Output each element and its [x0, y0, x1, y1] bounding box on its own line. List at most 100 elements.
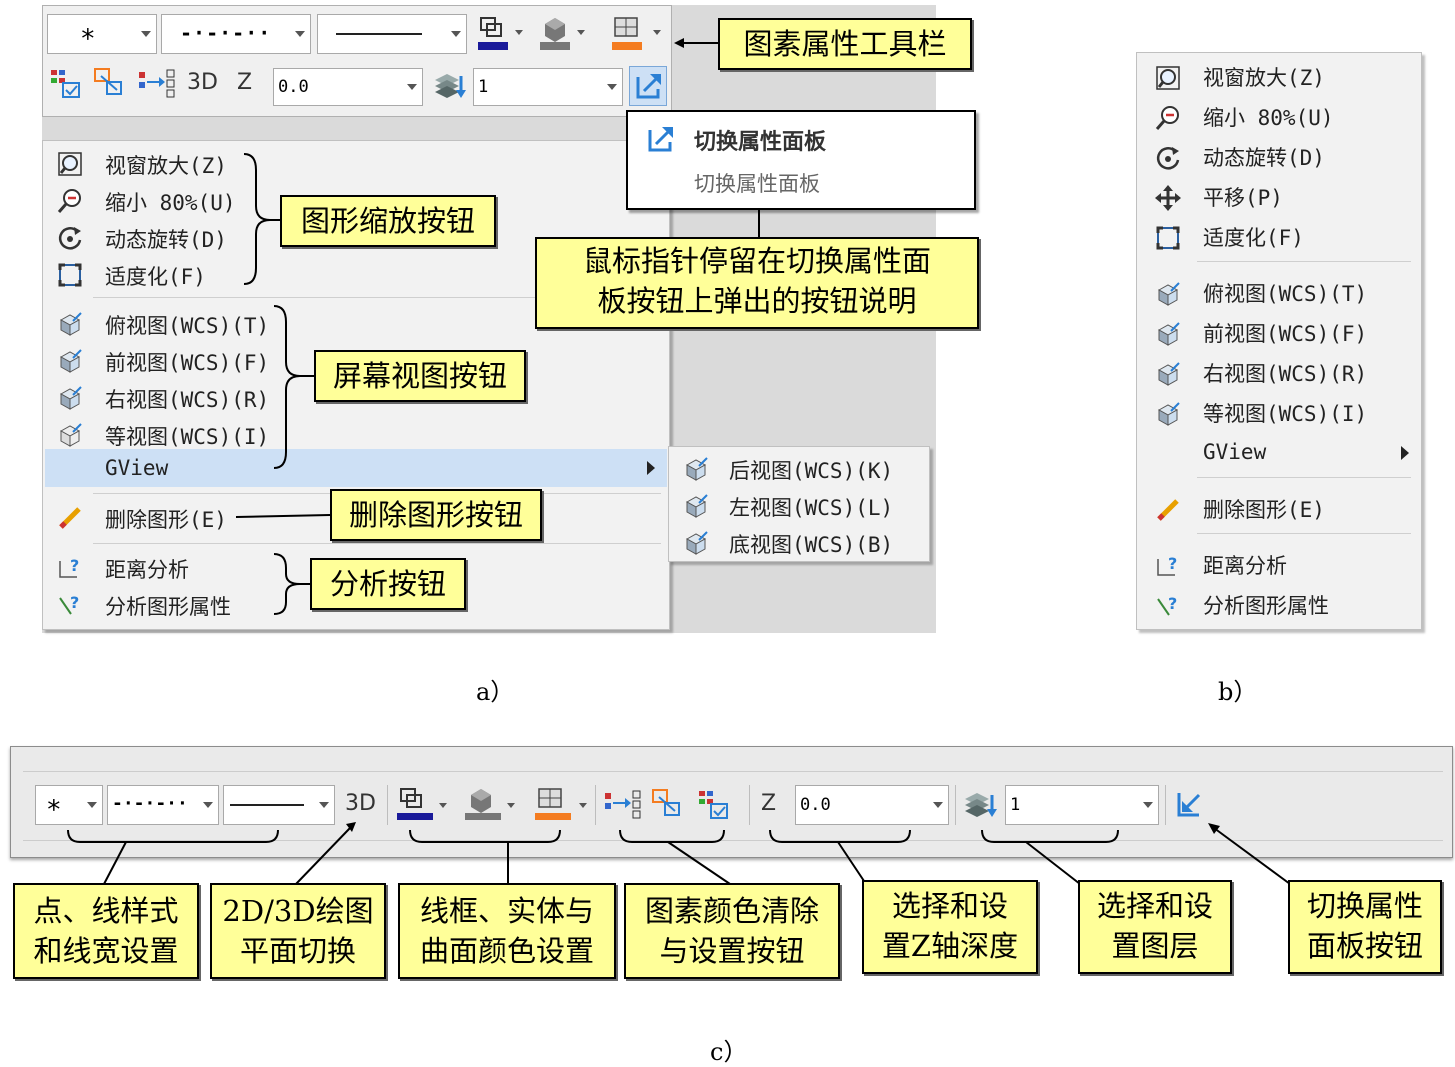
cube-view-icon	[1157, 362, 1180, 386]
toggle-3d-button[interactable]: 3D	[345, 791, 376, 816]
z-depth-label: Z	[761, 791, 777, 816]
callout-line: 置图层	[1111, 929, 1199, 963]
set-main-color-button[interactable]	[93, 66, 127, 100]
wireframe-color-button[interactable]	[395, 785, 453, 825]
submenu-item-back-view[interactable]: 后视图(WCS)(K)	[669, 450, 929, 487]
menu-b-item-label: 适度化(F)	[1203, 226, 1304, 250]
menu-b-item-label: 距离分析	[1203, 554, 1287, 578]
callout-c-colors: 线框、实体与 曲面颜色设置	[398, 883, 616, 979]
submenu-item-label: 底视图(WCS)(B)	[729, 533, 894, 557]
pencil-delete-icon	[59, 507, 81, 529]
svg-text:?: ?	[1168, 594, 1177, 613]
menu-b-item[interactable]: ? 距离分析	[1137, 545, 1421, 582]
menu-b-item[interactable]: 平移(P)	[1137, 177, 1421, 214]
menu-b-item[interactable]: 俯视图(WCS)(T)	[1137, 273, 1421, 310]
z-depth-combo[interactable]: 0.0	[795, 785, 949, 825]
menu-item-label: 缩小 80%(U)	[105, 191, 236, 215]
set-main-color-button[interactable]	[651, 787, 685, 821]
submenu-arrow-icon	[1401, 446, 1409, 460]
set-all-color-icon	[139, 69, 175, 98]
context-menu-b: 视窗放大(Z) 缩小 80%(U) 动态旋转(D) 平移(P) 适度化(F) 俯视图(WC…	[1136, 52, 1422, 630]
line-width-combo[interactable]	[317, 14, 467, 54]
menu-b-item-label: 俯视图(WCS)(T)	[1203, 282, 1368, 306]
callout-view: 屏幕视图按钮	[314, 350, 526, 402]
callout-line: 点、线样式	[33, 894, 179, 928]
tooltip-title: 切换属性面板	[694, 130, 827, 155]
layer-combo[interactable]: 1	[473, 68, 623, 106]
menu-b-item[interactable]: GView	[1137, 435, 1421, 472]
menu-b-item[interactable]: ? 分析图形属性	[1137, 585, 1421, 622]
solid-color-button[interactable]	[463, 785, 521, 825]
surface-color-icon	[535, 788, 587, 820]
distance-analysis-icon: ?	[59, 556, 79, 578]
toggle-panel-icon	[648, 127, 673, 152]
callout-c-zdepth: 选择和设 置Z轴深度	[862, 880, 1038, 974]
toolbar-divider	[955, 785, 956, 825]
set-color-icon	[652, 789, 680, 816]
submenu-item-left-view[interactable]: 左视图(WCS)(L)	[669, 487, 929, 524]
menu-b-item[interactable]: 缩小 80%(U)	[1137, 97, 1421, 134]
analyze-entity-icon: ?	[1157, 594, 1177, 616]
line-width-combo[interactable]	[223, 785, 335, 825]
menu-b-item[interactable]: 视窗放大(Z)	[1137, 57, 1421, 94]
menu-b-item[interactable]: 前视图(WCS)(F)	[1137, 313, 1421, 350]
set-all-color-button[interactable]	[137, 66, 177, 100]
clear-color-icon	[51, 70, 80, 98]
callout-line: 板按钮上弹出的按钮说明	[597, 284, 917, 318]
layer-combo[interactable]: 1	[1005, 785, 1159, 825]
menu-b-item-label: 等视图(WCS)(I)	[1203, 402, 1368, 426]
toolbar-callout-connectors	[67, 822, 1291, 885]
point-style-combo[interactable]: ∗	[47, 14, 157, 54]
callout-tooltip: 鼠标指针停留在切换属性面 板按钮上弹出的按钮说明	[535, 237, 979, 329]
menu-separator	[1197, 477, 1411, 478]
cube-view-icon	[1157, 322, 1180, 346]
toggle-attribute-panel-button[interactable]	[629, 66, 667, 106]
solid-color-button[interactable]	[537, 14, 587, 54]
line-width-sample	[336, 33, 422, 35]
clear-color-button[interactable]	[697, 787, 731, 821]
tooltip-connector	[758, 210, 760, 238]
z-depth-combo[interactable]: 0.0	[273, 68, 423, 106]
point-style-combo[interactable]: ∗	[35, 785, 103, 825]
toolbar-divider	[1165, 785, 1166, 825]
menu-separator	[1197, 261, 1411, 262]
surface-color-button[interactable]	[533, 785, 591, 825]
wireframe-color-button[interactable]	[475, 14, 525, 54]
line-style-combo[interactable]: -·-·-··	[107, 785, 219, 825]
line-style-value: -·-·-··	[180, 21, 272, 45]
callout-line: 选择和设	[1096, 889, 1213, 923]
menu-b-item[interactable]: 右视图(WCS)(R)	[1137, 353, 1421, 390]
z-depth-label: Z	[237, 70, 253, 95]
layer-manager-button[interactable]	[431, 68, 467, 104]
zoom-window-icon	[58, 152, 82, 176]
cube-view-icon	[685, 531, 708, 555]
toggle-panel-back-icon	[1177, 793, 1201, 817]
toggle-3d-button[interactable]: 3D	[187, 70, 218, 95]
attribute-toolbar: ∗ -·-·-·· 3D Z 0.0 1	[42, 5, 672, 117]
layer-manager-button[interactable]	[961, 787, 999, 823]
tooltip-description: 切换属性面板	[694, 172, 820, 196]
wireframe-color-icon	[397, 788, 447, 820]
callout-line: 鼠标指针停留在切换属性面	[582, 244, 931, 278]
menu-item-label: 动态旋转(D)	[105, 228, 227, 252]
menu-b-item[interactable]: 删除图形(E)	[1137, 489, 1421, 526]
fit-icon	[1156, 226, 1180, 250]
toggle-attribute-panel-button[interactable]	[1171, 785, 1209, 825]
clear-color-button[interactable]	[49, 66, 83, 100]
menu-b-item[interactable]: 等视图(WCS)(I)	[1137, 393, 1421, 430]
menu-b-item[interactable]: 适度化(F)	[1137, 217, 1421, 254]
cube-view-icon	[685, 457, 708, 481]
submenu-item-bottom-view[interactable]: 底视图(WCS)(B)	[669, 524, 929, 561]
surface-color-button[interactable]	[609, 14, 665, 54]
set-color-icon	[94, 68, 122, 95]
cube-view-icon	[1157, 402, 1180, 426]
menu-separator	[1197, 533, 1411, 534]
submenu-arrow-icon	[647, 461, 655, 475]
caption-c: c）	[710, 1038, 748, 1066]
set-all-color-button[interactable]	[603, 787, 643, 821]
menu-b-item[interactable]: 动态旋转(D)	[1137, 137, 1421, 174]
callout-line: 置Z轴深度	[881, 929, 1019, 963]
line-style-combo[interactable]: -·-·-··	[161, 14, 311, 54]
caption-b: b）	[1218, 678, 1258, 706]
cube-view-icon	[59, 312, 82, 336]
